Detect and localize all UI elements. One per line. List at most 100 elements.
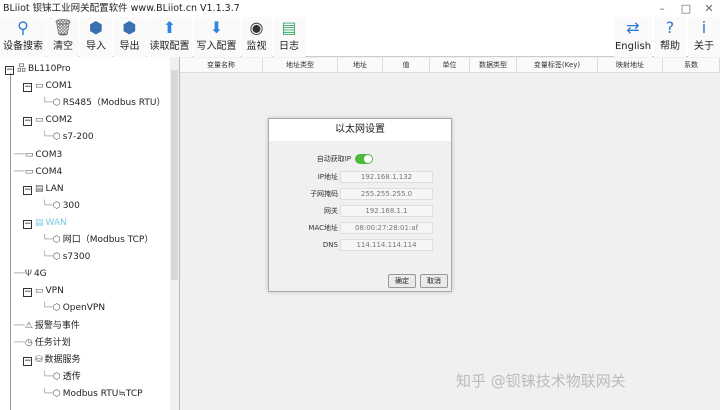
tree-node-label: COM3 xyxy=(35,149,63,160)
tree-node-icon: Ψ xyxy=(24,269,32,280)
tree-node[interactable]: ──◷ 任务计划 xyxy=(14,335,71,351)
watermark: 知乎 @钡铼技术物联网关 xyxy=(456,372,626,390)
tree-node-icon: ▭ xyxy=(24,166,34,177)
tree-node[interactable]: └─⬡ 网口（Modbus TCP） xyxy=(42,232,153,248)
field-input[interactable]: 08:00:27:28:01:af xyxy=(340,222,433,234)
tree-node[interactable]: └─⬡ s7-200 xyxy=(42,129,94,145)
field-input[interactable]: 255.255.255.0 xyxy=(340,188,433,200)
minimize-button[interactable]: – xyxy=(652,0,672,17)
toolbar-button-brush[interactable]: 🗑 清空 xyxy=(47,17,79,57)
toolbar-button-export[interactable]: ⬢ 导出 xyxy=(113,17,146,57)
tree-node-icon: ⬡ xyxy=(52,98,61,109)
toolbar-button-label: 清空 xyxy=(53,41,73,52)
field-input[interactable]: 192.168.1.1 xyxy=(340,205,433,217)
tree-node-icon: ▭ xyxy=(35,81,44,92)
toolbar-button-eye[interactable]: ◉ 监视 xyxy=(241,17,272,57)
field-label: 子网掩码 xyxy=(310,190,338,198)
column-header[interactable]: 单位 xyxy=(430,58,470,73)
tree-node[interactable]: └─⬡ OpenVPN xyxy=(42,300,105,316)
toolbar-button-help[interactable]: ? 帮助 xyxy=(654,17,686,57)
tree-node[interactable]: − ▤ LAN xyxy=(23,181,64,197)
tree-node[interactable]: └─⬡ 透传 xyxy=(42,369,81,385)
dialog-field-row: 网关 192.168.1.1 xyxy=(269,205,453,218)
tree-node[interactable]: └─⬡ Modbus RTU≒TCP xyxy=(42,386,143,402)
collapse-toggle[interactable]: − xyxy=(23,219,32,229)
tree-scrollbar-thumb[interactable] xyxy=(171,70,178,280)
toolbar-button-label: 关于 xyxy=(694,41,714,52)
tree-node[interactable]: − 品 BL110Pro xyxy=(5,61,71,77)
collapse-toggle[interactable]: − xyxy=(23,185,32,195)
dialog-title: 以太网设置 xyxy=(269,119,451,141)
tree-connector: └─ xyxy=(42,98,53,109)
tree-connector: ── xyxy=(14,166,25,177)
ok-button[interactable]: 确定 xyxy=(388,274,416,288)
toolbar-button-label: 写入配置 xyxy=(196,41,237,52)
field-input[interactable]: 114.114.114.114 xyxy=(340,239,433,251)
cancel-button[interactable]: 取消 xyxy=(420,274,448,288)
maximize-button[interactable]: □ xyxy=(676,0,696,17)
tree-node[interactable]: − ▭ COM1 xyxy=(23,78,72,94)
collapse-toggle[interactable]: − xyxy=(23,117,32,127)
dialog-field-row: 子网掩码 255.255.255.0 xyxy=(269,188,453,201)
column-header[interactable]: 数据类型 xyxy=(470,58,517,73)
field-input[interactable]: 192.168.1.132 xyxy=(340,171,433,183)
toolbar-button-label: 帮助 xyxy=(660,41,680,52)
column-header[interactable]: 映射地址 xyxy=(598,58,663,73)
tree-node-icon: 品 xyxy=(17,64,27,74)
auto-ip-toggle[interactable] xyxy=(355,154,373,164)
collapse-toggle[interactable]: − xyxy=(23,288,32,298)
ethernet-settings-dialog: 以太网设置 自动获取IP IP地址 192.168.1.132 子网掩码 255.25… xyxy=(268,118,452,292)
tree-node-label: 数据服务 xyxy=(44,354,81,365)
collapse-toggle[interactable]: − xyxy=(5,66,14,75)
title-bar: BLiiot 钡铼工业网关配置软件 www.BLiiot.cn V1.1.3.7 xyxy=(0,0,720,17)
column-header[interactable]: 变量标签(Key) xyxy=(517,58,598,73)
tree-node[interactable]: − ⛁ 数据服务 xyxy=(23,352,81,368)
tree-node[interactable]: − ▤ WAN xyxy=(23,215,67,231)
tree-connector: └─ xyxy=(42,200,53,211)
tree-node-label: s7300 xyxy=(62,252,91,263)
toolbar-button-write-config[interactable]: ⬇ 写入配置 xyxy=(193,17,240,57)
field-label: DNS xyxy=(322,241,338,249)
tree-node[interactable]: − ▭ COM2 xyxy=(23,112,72,128)
tree-node-label: OpenVPN xyxy=(62,303,106,314)
tree-connector: ── xyxy=(14,337,25,348)
info-icon: i xyxy=(701,18,707,37)
tree-node-icon: ▤ xyxy=(35,183,44,194)
toolbar-button-info[interactable]: i 关于 xyxy=(688,17,720,57)
toolbar-button-language[interactable]: ⇄ English xyxy=(614,17,652,57)
tree-node-label: 300 xyxy=(62,200,80,211)
toolbar: ⚲ 设备搜索 🗑 清空 ⬢ 导入 ⬢ 导出 ⬆ 读取配置 ⬇ 写入配置 ◉ 监视 ▤ 日志 ⇄ English? 帮… xyxy=(0,17,720,57)
collapse-toggle[interactable]: − xyxy=(23,356,32,366)
device-tree: − 品 BL110Pro − ▭ COM1 └─⬡ RS485（Modbus RTU） − ▭ CO… xyxy=(0,57,180,410)
tree-node[interactable]: └─⬡ s7300 xyxy=(42,249,90,265)
tree-node[interactable]: └─⬡ RS485（Modbus RTU） xyxy=(42,95,165,111)
tree-connector: ── xyxy=(14,149,25,160)
column-header[interactable]: 系数 xyxy=(663,58,720,73)
log-icon: ▤ xyxy=(281,18,297,37)
toolbar-button-read-config[interactable]: ⬆ 读取配置 xyxy=(147,17,192,57)
tree-node-label: LAN xyxy=(45,183,64,194)
column-header[interactable]: 地址类型 xyxy=(263,58,338,73)
tree-node[interactable]: └─⬡ 300 xyxy=(42,198,80,214)
close-button[interactable]: ✕ xyxy=(699,0,719,17)
column-header[interactable]: 值 xyxy=(383,58,430,73)
collapse-toggle[interactable]: − xyxy=(23,83,32,93)
tree-guide-line xyxy=(10,73,11,410)
tree-node[interactable]: − ▭ VPN xyxy=(23,283,64,299)
tree-connector: └─ xyxy=(42,388,53,399)
tree-node-icon: ⬡ xyxy=(52,371,61,382)
toolbar-button-log[interactable]: ▤ 日志 xyxy=(273,17,305,57)
tree-node[interactable]: ──⚠ 报警与事件 xyxy=(14,318,80,334)
column-header[interactable]: 地址 xyxy=(338,58,383,73)
tree-node-icon: ⬡ xyxy=(52,303,61,314)
tree-node[interactable]: ──Ψ 4G xyxy=(14,266,47,282)
toolbar-button-search[interactable]: ⚲ 设备搜索 xyxy=(0,17,46,57)
tree-connector: ── xyxy=(14,320,25,331)
tree-node[interactable]: ──▭ COM4 xyxy=(14,164,62,180)
brush-icon: 🗑 xyxy=(52,18,74,37)
toolbar-button-import[interactable]: ⬢ 导入 xyxy=(80,17,112,57)
tree-node[interactable]: ──▭ COM3 xyxy=(14,147,62,163)
tree-node-icon: ▭ xyxy=(35,286,44,297)
column-header[interactable]: 变量名称 xyxy=(180,58,263,73)
toolbar-button-label: 日志 xyxy=(279,41,299,52)
